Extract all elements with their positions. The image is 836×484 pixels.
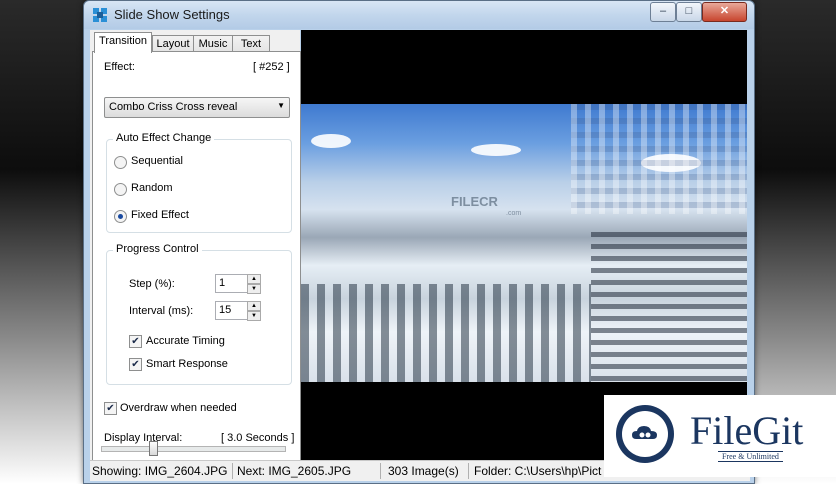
display-interval-track[interactable] [101,446,286,452]
interval-input[interactable]: 15 [215,301,248,320]
display-interval-label: Display Interval: [104,432,183,444]
app-icon [93,8,107,22]
chevron-down-icon: ▼ [277,101,285,110]
status-divider [380,463,381,479]
display-interval-thumb[interactable] [149,441,158,456]
status-divider [232,463,233,479]
filegit-logo-icon [616,405,674,463]
status-showing: Showing: IMG_2604.JPG [92,464,228,478]
status-folder: Folder: C:\Users\hp\Pict [474,464,602,478]
overdraw-checkbox[interactable]: ✔ [104,402,117,415]
title-bar[interactable]: Slide Show Settings ‒ □ ✕ [84,1,754,29]
transition-stripes-horizontal [591,232,747,382]
radio-sequential-label: Sequential [131,155,183,167]
filegit-tagline: Free & Unlimited [718,451,783,462]
close-button[interactable]: ✕ [702,2,747,22]
interval-up-icon[interactable]: ▲ [247,301,261,311]
step-spinner[interactable]: 1 ▲ ▼ [215,274,261,294]
maximize-button[interactable]: □ [676,2,702,22]
status-count: 303 Image(s) [388,464,459,478]
settings-panel: Transition Layout Music Text Effect: [ #… [90,30,301,465]
filegit-brand: FileGit [690,408,804,453]
transition-blocks [571,104,747,214]
transition-tab-page: Effect: [ #252 ] Combo Criss Cross revea… [92,51,301,465]
progress-control-title: Progress Control [113,243,202,255]
radio-random-label: Random [131,182,173,194]
filegit-watermark: FileGit Free & Unlimited [604,395,836,477]
cloud-shape [471,144,521,156]
auto-effect-title: Auto Effect Change [113,132,215,144]
step-label: Step (%): [129,278,175,290]
effect-value: Combo Criss Cross reveal [109,101,238,113]
step-up-icon[interactable]: ▲ [247,274,261,284]
step-down-icon[interactable]: ▼ [247,284,261,294]
radio-fixed-effect[interactable] [114,210,127,223]
watermark-text: FILECR [451,194,498,209]
status-next: Next: IMG_2605.JPG [237,464,352,478]
window-title: Slide Show Settings [114,7,230,22]
tab-transition[interactable]: Transition [94,32,152,53]
accurate-timing-checkbox[interactable]: ✔ [129,335,142,348]
status-divider [468,463,469,479]
radio-sequential[interactable] [114,156,127,169]
radio-random[interactable] [114,183,127,196]
effect-number: [ #252 ] [253,61,290,73]
minimize-button[interactable]: ‒ [650,2,676,22]
transition-stripes-vertical [301,284,591,382]
accurate-timing-label: Accurate Timing [146,335,225,347]
effect-label: Effect: [104,61,135,73]
interval-label: Interval (ms): [129,305,194,317]
interval-down-icon[interactable]: ▼ [247,311,261,321]
radio-fixed-effect-label: Fixed Effect [131,209,189,221]
overdraw-label: Overdraw when needed [120,402,237,414]
watermark-subtext: .com [506,210,522,217]
preview-photo: FILECR .com [301,104,747,382]
smart-response-label: Smart Response [146,358,228,370]
smart-response-checkbox[interactable]: ✔ [129,358,142,371]
display-interval-value: [ 3.0 Seconds ] [221,432,295,444]
auto-effect-group: Auto Effect Change Sequential Random Fix… [106,132,292,233]
progress-control-group: Progress Control Step (%): 1 ▲ ▼ Interva… [106,243,292,385]
effect-dropdown[interactable]: Combo Criss Cross reveal ▼ [104,97,290,118]
step-input[interactable]: 1 [215,274,248,293]
interval-spinner[interactable]: 15 ▲ ▼ [215,301,261,321]
cloud-shape [311,134,351,148]
